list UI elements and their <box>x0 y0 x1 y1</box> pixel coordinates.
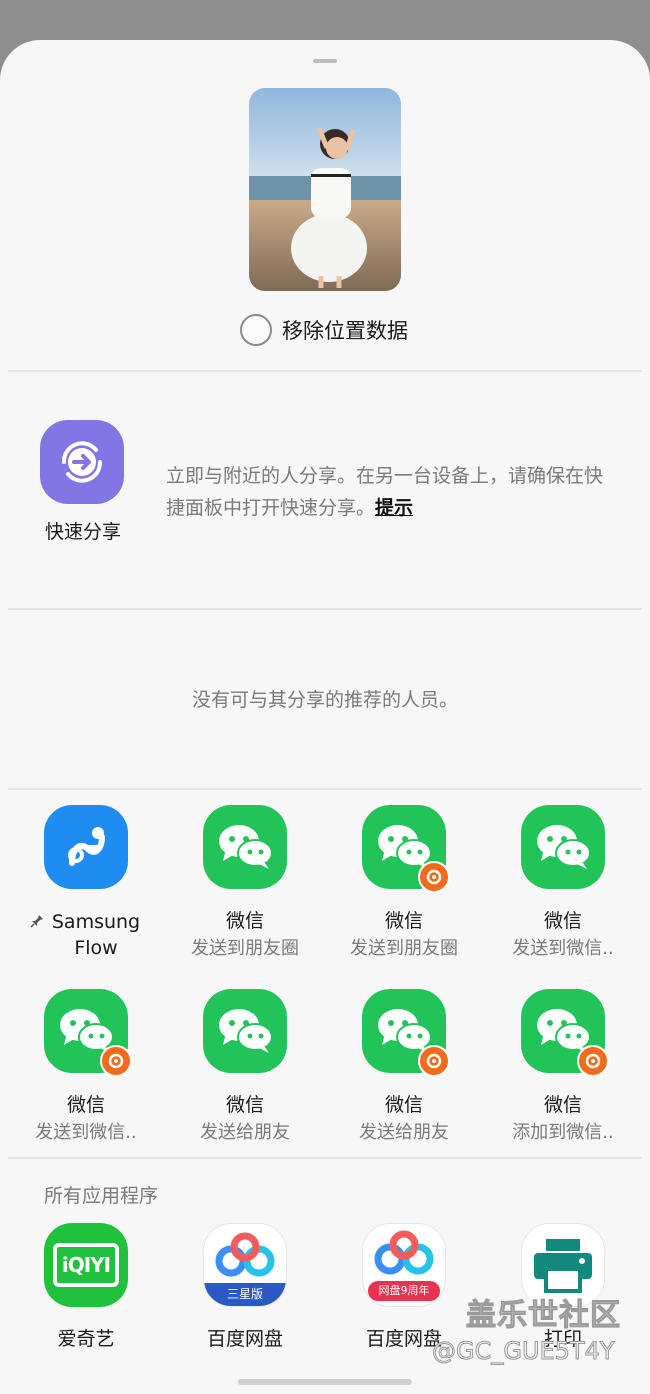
app-name: 微信 <box>384 1094 423 1116</box>
baidu-netdisk-icon: 网盘9周年 <box>362 1223 446 1307</box>
gesture-navigation-bar[interactable] <box>238 1379 412 1385</box>
share-target-wechat-friend-badge[interactable]: 微信 发送给朋友 <box>329 989 479 1147</box>
app-name: 微信 <box>225 1094 264 1116</box>
app-subtitle: 发送到朋友圈 <box>350 938 458 959</box>
sheet-drag-handle[interactable] <box>313 59 337 63</box>
share-target-wechat-friend[interactable]: 微信 发送给朋友 <box>170 989 320 1147</box>
app-name: 微信 <box>543 910 582 932</box>
divider <box>8 788 642 790</box>
baidu-netdisk-icon: 三星版 <box>203 1223 287 1307</box>
watermark-text: 盖乐世社区 <box>466 1298 621 1334</box>
app-iqiyi[interactable]: iQIYI 爱奇艺 <box>11 1223 161 1353</box>
share-target-wechat-chat[interactable]: 微信 发送到微信.. <box>488 805 638 963</box>
quick-share-hint-link[interactable]: 提示 <box>375 497 413 519</box>
wechat-icon <box>203 805 287 889</box>
share-target-wechat-moments[interactable]: 微信 发送到朋友圈 <box>170 805 320 963</box>
remove-location-option[interactable]: 移除位置数据 <box>240 313 408 347</box>
all-apps-section-label: 所有应用程序 <box>44 1185 159 1207</box>
wechat-icon <box>44 989 132 1077</box>
remove-location-radio[interactable] <box>240 314 272 346</box>
app-name: 微信 <box>225 910 264 932</box>
app-name: 微信 <box>543 1094 582 1116</box>
baidu-edition-tag: 三星版 <box>226 1287 263 1301</box>
wechat-icon <box>362 989 450 1077</box>
quick-share-label: 快速分享 <box>44 521 121 543</box>
divider <box>8 370 642 372</box>
app-subtitle: 发送到微信.. <box>512 938 614 959</box>
app-name: 爱奇艺 <box>57 1328 115 1350</box>
baidu-anniversary-tag: 网盘9周年 <box>378 1284 430 1297</box>
app-subtitle: 发送到朋友圈 <box>191 938 299 959</box>
share-target-wechat-chat-badge[interactable]: 微信 发送到微信.. <box>11 989 161 1147</box>
app-subtitle: 发送到微信.. <box>35 1122 137 1143</box>
wechat-icon <box>521 805 605 889</box>
moments-badge-icon <box>577 1045 609 1077</box>
app-subtitle: 添加到微信.. <box>512 1122 614 1143</box>
app-name: 微信 <box>66 1094 105 1116</box>
iqiyi-icon: iQIYI <box>44 1223 128 1307</box>
app-name: Samsung Flow <box>11 909 161 961</box>
wechat-icon <box>362 805 450 893</box>
share-target-samsung-flow[interactable]: Samsung Flow <box>11 805 161 961</box>
pin-icon <box>30 909 44 935</box>
wechat-icon <box>521 989 609 1077</box>
app-baidu-netdisk-anniversary[interactable]: 网盘9周年 百度网盘 <box>329 1223 479 1353</box>
quick-share-description: 立即与附近的人分享。在另一台设备上，请确保在快捷面板中打开快速分享。提示 <box>166 460 618 524</box>
no-recommended-people-text: 没有可与其分享的推荐的人员。 <box>191 689 458 711</box>
app-name: 百度网盘 <box>206 1328 283 1350</box>
samsung-flow-icon <box>44 805 128 889</box>
iqiyi-logo: iQIYI <box>53 1243 119 1287</box>
watermark-handle: @GC_GUE5T4Y <box>432 1337 616 1366</box>
moments-badge-icon <box>418 1045 450 1077</box>
remove-location-label: 移除位置数据 <box>282 319 408 343</box>
app-subtitle: 发送给朋友 <box>359 1122 449 1143</box>
app-baidu-netdisk[interactable]: 三星版 百度网盘 <box>170 1223 320 1353</box>
share-target-wechat-favorites[interactable]: 微信 添加到微信.. <box>488 989 638 1147</box>
wechat-icon <box>203 989 287 1073</box>
share-target-wechat-moments-badge[interactable]: 微信 发送到朋友圈 <box>329 805 479 963</box>
moments-badge-icon <box>418 861 450 893</box>
share-sheet: 移除位置数据 快速分享 立即与附近的人分享。在另一台设备上，请确保在快捷面板中打… <box>0 40 650 1394</box>
quick-share-icon[interactable] <box>40 420 124 504</box>
moments-badge-icon <box>100 1045 132 1077</box>
app-subtitle: 发送给朋友 <box>200 1122 290 1143</box>
divider <box>8 608 642 610</box>
shared-photo-preview <box>249 88 401 291</box>
app-name: 微信 <box>384 910 423 932</box>
divider <box>8 1157 642 1159</box>
